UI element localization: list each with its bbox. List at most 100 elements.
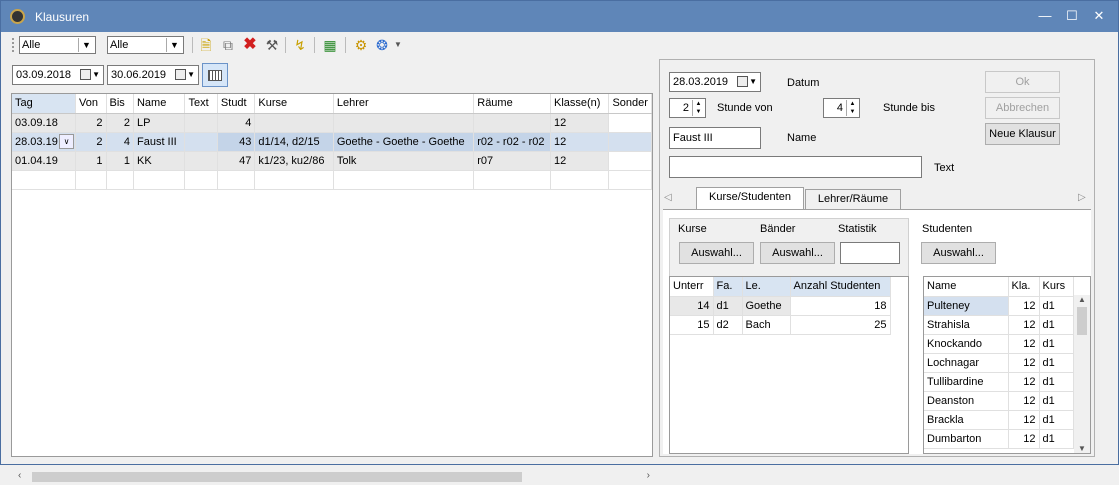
chevron-down-icon[interactable]: ∨	[59, 133, 75, 149]
column-header[interactable]: Tag	[12, 94, 77, 114]
refresh-icon[interactable]: ↯	[291, 37, 309, 53]
tab-lehrer-raeume[interactable]: Lehrer/Räume	[805, 189, 901, 209]
column-header[interactable]: Sonder	[608, 94, 652, 114]
new-exam-button[interactable]: Neue Klausur	[985, 123, 1060, 145]
text-field[interactable]	[669, 156, 922, 178]
table-row[interactable]: Tullibardine 12 d1	[924, 372, 1074, 392]
filter-combo-2[interactable]: Alle ▼	[107, 36, 184, 54]
chevron-left-icon[interactable]: ◁	[664, 192, 672, 203]
column-header[interactable]: Unterr	[670, 277, 714, 297]
ok-button[interactable]: Ok	[985, 71, 1060, 93]
calendar-icon[interactable]	[80, 69, 91, 80]
date-to-value: 30.06.2019	[111, 69, 167, 81]
column-header[interactable]: Von	[75, 94, 107, 114]
scrollbar-thumb[interactable]	[1077, 307, 1087, 335]
minimize-button[interactable]: —	[1034, 7, 1056, 25]
delete-icon[interactable]: ✖	[241, 37, 259, 53]
hour-to-stepper[interactable]: 4 ▲ ▼	[823, 98, 860, 118]
column-header[interactable]: Fa.	[713, 277, 743, 297]
table-row-new[interactable]	[12, 170, 652, 190]
kurse-select-button[interactable]: Auswahl...	[679, 242, 754, 264]
cell: 12	[1008, 353, 1040, 373]
toolbar-separator	[345, 37, 346, 53]
table-row[interactable]: Strahisla 12 d1	[924, 315, 1074, 335]
table-row[interactable]: 01.04.19 1 1 KK 47 k1/23, ku2/86 Tolk r0…	[12, 151, 652, 171]
export-icon[interactable]: ▦	[321, 37, 339, 53]
table-row[interactable]: Brackla 12 d1	[924, 410, 1074, 430]
spin-arrows-icon[interactable]: ▲ ▼	[846, 100, 858, 116]
hour-to-value: 4	[836, 102, 843, 114]
calendar-icon[interactable]	[737, 76, 748, 87]
column-header[interactable]: Text	[184, 94, 218, 114]
statistik-field[interactable]	[840, 242, 900, 264]
column-header[interactable]: Kurse	[254, 94, 334, 114]
chevron-down-icon[interactable]: ▼	[92, 66, 100, 84]
baender-select-button[interactable]: Auswahl...	[760, 242, 835, 264]
column-header[interactable]: Lehrer	[333, 94, 475, 114]
cell: 2	[106, 113, 134, 133]
studenten-select-button[interactable]: Auswahl...	[921, 242, 996, 264]
table-row[interactable]: Knockando 12 d1	[924, 334, 1074, 354]
chevron-right-icon[interactable]: ›	[647, 470, 650, 481]
column-header[interactable]: Kurs	[1039, 277, 1074, 297]
chevron-down-icon[interactable]: ▼	[1078, 444, 1086, 453]
cell: 4	[217, 113, 256, 133]
chevron-down-icon[interactable]: ▼	[187, 66, 195, 84]
hour-from-stepper[interactable]: 2 ▲ ▼	[669, 98, 706, 118]
table-row[interactable]: Pulteney 12 d1	[924, 296, 1074, 316]
exam-date-picker[interactable]: 28.03.2019 ▼	[669, 72, 761, 92]
close-button[interactable]: ✕	[1088, 7, 1110, 25]
cancel-button[interactable]: Abbrechen	[985, 97, 1060, 119]
cell[interactable]: 28.03.19 ∨	[12, 132, 77, 152]
chevron-right-icon[interactable]: ▷	[1078, 192, 1086, 203]
calendar-icon[interactable]	[175, 69, 186, 80]
horizontal-scrollbar[interactable]: ‹ ›	[14, 469, 654, 485]
vertical-scrollbar[interactable]: ▲ ▼	[1074, 295, 1090, 453]
filter-combo-1[interactable]: Alle ▼	[19, 36, 96, 54]
table-row[interactable]: 15 d2 Bach 25	[670, 315, 891, 335]
column-header[interactable]: Name	[924, 277, 1009, 297]
cell: d1	[1039, 315, 1074, 335]
calendar-view-button[interactable]	[202, 63, 228, 87]
chevron-up-icon[interactable]: ▲	[1078, 295, 1086, 304]
table-row[interactable]: Dumbarton 12 d1	[924, 429, 1074, 449]
column-header[interactable]: Bis	[106, 94, 134, 114]
table-row[interactable]: Lochnagar 12 d1	[924, 353, 1074, 373]
chevron-down-icon[interactable]: ▼	[393, 37, 403, 53]
spin-arrows-icon[interactable]: ▲ ▼	[692, 100, 704, 116]
column-header[interactable]: Le.	[742, 277, 791, 297]
help-icon[interactable]: ❂	[373, 37, 391, 53]
chevron-down-icon[interactable]: ▼	[749, 73, 757, 91]
cell: 12	[1008, 296, 1040, 316]
maximize-button[interactable]: ☐	[1061, 7, 1083, 25]
table-row[interactable]: 28.03.19 ∨ 2 4 Faust III 43 d1/14, d2/15…	[12, 132, 652, 152]
cell: r07	[473, 151, 551, 171]
chevron-down-icon[interactable]: ▼	[78, 38, 94, 52]
cell: Strahisla	[924, 315, 1009, 335]
cell: 12	[1008, 410, 1040, 430]
name-field[interactable]: Faust III	[669, 127, 761, 149]
chevron-left-icon[interactable]: ‹	[18, 470, 21, 481]
column-header[interactable]: Anzahl Studenten	[790, 277, 891, 297]
date-from-picker[interactable]: 03.09.2018 ▼	[12, 65, 104, 85]
date-to-picker[interactable]: 30.06.2019 ▼	[107, 65, 199, 85]
cell: Knockando	[924, 334, 1009, 354]
table-row[interactable]: Deanston 12 d1	[924, 391, 1074, 411]
toolbar-grip[interactable]	[12, 38, 14, 52]
tools-icon[interactable]: ⚒	[263, 37, 281, 53]
column-header[interactable]: Kla.	[1008, 277, 1040, 297]
tab-kurse-studenten[interactable]: Kurse/Studenten	[696, 187, 804, 209]
scrollbar-thumb[interactable]	[32, 472, 522, 482]
column-header[interactable]: Studt	[217, 94, 256, 114]
toolbar: Alle ▼ Alle ▼ 🗎 ⧉ ✖ ⚒ ↯ ▦ ⚙ ❂ ▼	[1, 32, 1118, 58]
table-row[interactable]: 03.09.18 2 2 LP 4 12	[12, 113, 652, 133]
table-row[interactable]: 14 d1 Goethe 18	[670, 296, 891, 316]
column-header[interactable]: Räume	[473, 94, 551, 114]
settings-icon[interactable]: ⚙	[352, 37, 370, 53]
new-icon[interactable]: 🗎	[197, 37, 215, 53]
column-header[interactable]: Name	[133, 94, 186, 114]
cell: 12	[1008, 334, 1040, 354]
chevron-down-icon[interactable]: ▼	[166, 38, 182, 52]
copy-icon[interactable]: ⧉	[219, 37, 237, 53]
column-header[interactable]: Klasse(n)	[550, 94, 610, 114]
